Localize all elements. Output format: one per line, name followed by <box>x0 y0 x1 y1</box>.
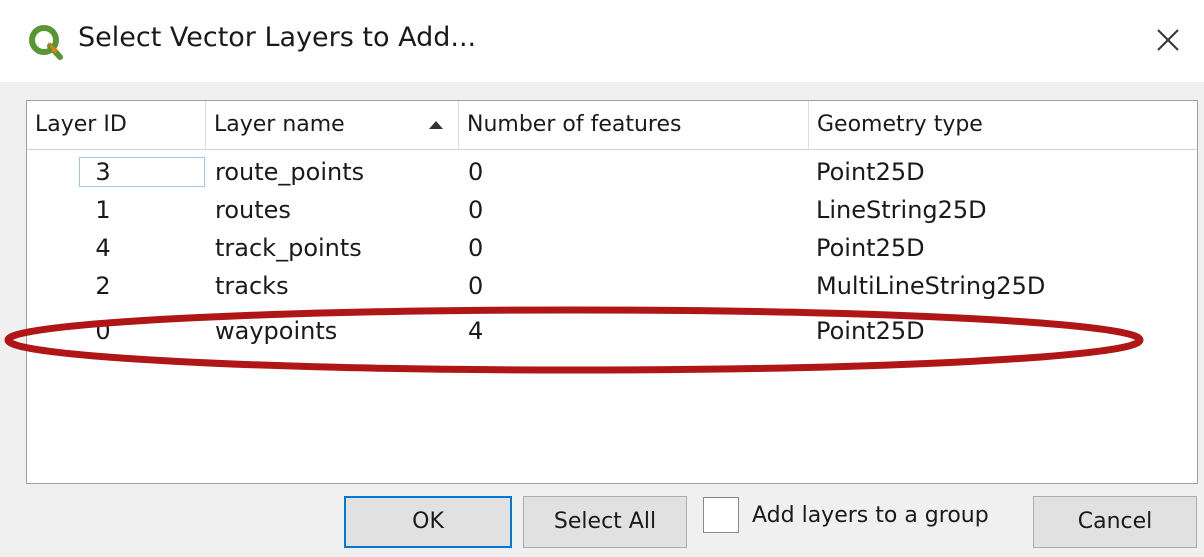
table-row[interactable]: 1 routes 0 LineString25D <box>27 191 1197 229</box>
header-layer-id[interactable]: Layer ID <box>27 101 206 149</box>
table-row[interactable]: 4 track_points 0 Point25D <box>27 229 1197 267</box>
layer-name-cell: route_points <box>215 158 365 186</box>
layer-id-cell: 3 <box>95 158 111 186</box>
feature-count-cell: 0 <box>468 196 484 224</box>
layer-name-cell: waypoints <box>215 317 338 345</box>
geometry-type-cell: MultiLineString25D <box>816 272 1046 300</box>
sort-ascending-icon <box>429 121 443 129</box>
feature-count-cell: 0 <box>468 272 484 300</box>
close-icon <box>1157 29 1179 51</box>
layer-id-cell: 0 <box>95 317 111 345</box>
geometry-type-cell: LineString25D <box>816 196 987 224</box>
layer-id-cell: 2 <box>95 272 111 300</box>
layer-id-cell: 4 <box>95 234 111 262</box>
header-number-of-features[interactable]: Number of features <box>459 101 809 149</box>
layer-name-cell: tracks <box>215 272 289 300</box>
geometry-type-cell: Point25D <box>816 158 925 186</box>
table-row[interactable]: 3 route_points 0 Point25D <box>27 153 1197 191</box>
ok-button[interactable]: OK <box>344 496 512 548</box>
add-to-group-label[interactable]: Add layers to a group <box>752 503 989 528</box>
title-bar[interactable]: Select Vector Layers to Add... <box>0 0 1204 82</box>
select-all-button[interactable]: Select All <box>523 496 687 548</box>
layers-table[interactable]: Layer ID Layer name Number of features G… <box>26 100 1198 484</box>
close-button[interactable] <box>1146 18 1190 62</box>
add-to-group-checkbox[interactable] <box>703 497 739 533</box>
table-header: Layer ID Layer name Number of features G… <box>27 101 1197 150</box>
feature-count-cell: 0 <box>468 158 484 186</box>
layer-id-cell: 1 <box>95 196 111 224</box>
header-geometry-type[interactable]: Geometry type <box>809 101 1197 149</box>
table-row[interactable]: 0 waypoints 4 Point25D <box>27 312 1197 350</box>
layer-name-cell: routes <box>215 196 291 224</box>
feature-count-cell: 0 <box>468 234 484 262</box>
geometry-type-cell: Point25D <box>816 234 925 262</box>
geometry-type-cell: Point25D <box>816 317 925 345</box>
header-layer-name[interactable]: Layer name <box>206 101 459 149</box>
table-row[interactable]: 2 tracks 0 MultiLineString25D <box>27 267 1197 305</box>
feature-count-cell: 4 <box>468 317 484 345</box>
select-vector-layers-dialog: Select Vector Layers to Add... Layer ID … <box>0 0 1204 557</box>
qgis-logo-icon <box>29 25 63 60</box>
dialog-title: Select Vector Layers to Add... <box>78 22 477 53</box>
cancel-button[interactable]: Cancel <box>1033 496 1197 548</box>
layer-name-cell: track_points <box>215 234 362 262</box>
